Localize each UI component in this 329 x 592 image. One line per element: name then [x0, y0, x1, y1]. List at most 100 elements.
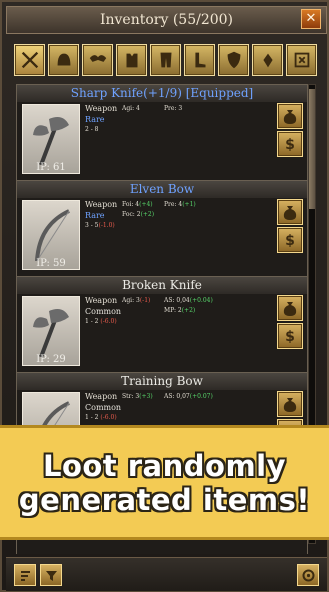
loot-bag-icon [283, 302, 297, 316]
close-button[interactable]: ✕ [301, 9, 321, 29]
chest-icon [126, 53, 137, 68]
loot-bag-icon [283, 206, 297, 220]
stat-label: Foc: 2(+2) [122, 210, 164, 220]
loot-button[interactable] [277, 295, 303, 321]
damage-value: 1 - 2 [85, 318, 99, 325]
item-damage: 2 - 8 [85, 126, 275, 133]
svg-text:$: $ [285, 137, 295, 153]
shield-icon [227, 51, 240, 69]
item-stats: Agi: 3(-1) AS: 0,04(+0.04) MP: 2(+2) [122, 296, 272, 316]
item-stats: Agi: 4 Pre: 3 [122, 104, 272, 114]
close-icon: ✕ [305, 11, 317, 26]
stat-label: Foi: 4(+4) [122, 200, 164, 210]
bottom-toolbar [6, 557, 327, 591]
settings-button[interactable] [297, 564, 319, 586]
svg-text:$: $ [285, 233, 295, 249]
tab-boots[interactable] [184, 44, 215, 76]
stat-label-text: Foc: 2 [122, 211, 141, 218]
stat-label [122, 306, 164, 316]
item-rarity: Common [85, 403, 122, 412]
stat-value: MP: 2(+2) [164, 306, 272, 316]
stat-value-mod: (+0.04) [189, 297, 213, 304]
window-title-bar: Inventory (55/200) [6, 6, 327, 34]
stat-value-mod: (+2) [181, 307, 196, 314]
settings-icon [302, 569, 314, 581]
stat-label-text: Agi: 3 [122, 297, 140, 304]
stat-label: Agi: 3(-1) [122, 296, 164, 306]
sell-button[interactable]: $ [277, 131, 303, 157]
promo-line-1: Loot randomly [42, 448, 287, 483]
item-name: Training Bow [17, 373, 307, 390]
sort-icon [20, 570, 30, 581]
stat-value-mod: (+0.07) [189, 393, 213, 400]
filter-icon [45, 570, 57, 581]
helmet-icon [57, 53, 70, 66]
stat-label-text: Str: 3 [122, 393, 140, 400]
item-damage: 1 - 2 (-6.0) [85, 414, 275, 421]
stat-value: Pre: 4(+1) [164, 200, 272, 210]
tab-weapon[interactable] [14, 44, 45, 76]
stat-value-text: AS: 0,04 [164, 297, 190, 304]
tab-misc[interactable] [286, 44, 317, 76]
sell-coin-icon: $ [285, 137, 295, 153]
promo-line-2: generated items! [18, 482, 311, 517]
tab-chest[interactable] [116, 44, 147, 76]
item-stats: Str: 3(+3) AS: 0,07(+0.07) [122, 392, 272, 402]
item-damage: 1 - 2 (-6.0) [85, 318, 275, 325]
tab-shoulders[interactable] [82, 44, 113, 76]
stat-value: AS: 0,07(+0.07) [164, 392, 272, 402]
stat-label-mod: (+4) [139, 201, 153, 208]
loot-button[interactable] [277, 391, 303, 417]
item-power: IP: 29 [36, 354, 66, 365]
stat-value [164, 210, 272, 220]
stat-label: Str: 3(+3) [122, 392, 164, 402]
item-name: Broken Knife [17, 277, 307, 294]
sell-button[interactable]: $ [277, 227, 303, 253]
damage-mod: (-6.0) [100, 414, 117, 421]
damage-value: 3 - 5 [85, 222, 99, 229]
loot-bag-icon [283, 398, 297, 412]
stat-value-text: Pre: 3 [164, 105, 183, 112]
stat-value: AS: 0,04(+0.04) [164, 296, 272, 306]
sell-coin-icon: $ [285, 233, 295, 249]
item-name: Sharp Knife(+1/9) [Equipped] [17, 85, 307, 102]
scrollbar-thumb[interactable] [309, 89, 315, 209]
stat-value: Pre: 3 [164, 104, 272, 114]
damage-value: 2 - 8 [85, 126, 99, 133]
filter-button[interactable] [40, 564, 62, 586]
legs-icon [160, 52, 171, 68]
loot-button[interactable] [277, 103, 303, 129]
stat-value-text: MP: 2 [164, 307, 182, 314]
stat-label: Agi: 4 [122, 104, 164, 114]
item-damage: 3 - 5(-1.0) [85, 222, 275, 229]
promo-banner: Loot randomly generated items! [0, 425, 329, 540]
tab-amulet[interactable] [252, 44, 283, 76]
item-power: IP: 59 [36, 258, 66, 269]
tab-helmet[interactable] [48, 44, 79, 76]
stat-value-text: AS: 0,07 [164, 393, 190, 400]
svg-text:$: $ [285, 329, 295, 345]
stat-label-mod: (+3) [139, 393, 153, 400]
stat-label-text: Agi: 4 [122, 105, 140, 112]
amulet-icon [262, 53, 273, 68]
tab-legs[interactable] [150, 44, 181, 76]
stat-value-text: Pre: 4 [164, 201, 183, 208]
inventory-title: Inventory (55/200) [99, 12, 234, 28]
sell-coin-icon: $ [285, 329, 295, 345]
sort-button[interactable] [14, 564, 36, 586]
tab-shield[interactable] [218, 44, 249, 76]
stat-label-text: Foi: 4 [122, 201, 140, 208]
item-stats: Foi: 4(+4) Pre: 4(+1) Foc: 2(+2) [122, 200, 272, 220]
item-power: IP: 61 [36, 162, 66, 173]
equipment-tabs [14, 44, 319, 78]
loot-button[interactable] [277, 199, 303, 225]
boots-icon [194, 52, 205, 68]
misc-icon [294, 52, 309, 68]
loot-bag-icon [283, 110, 297, 124]
sell-button[interactable]: $ [277, 323, 303, 349]
shoulders-icon [89, 55, 106, 62]
item-name: Elven Bow [17, 181, 307, 198]
item-rarity: Rare [85, 115, 105, 124]
damage-mod: (-1.0) [98, 222, 115, 229]
stat-label-mod: (+2) [140, 211, 155, 218]
